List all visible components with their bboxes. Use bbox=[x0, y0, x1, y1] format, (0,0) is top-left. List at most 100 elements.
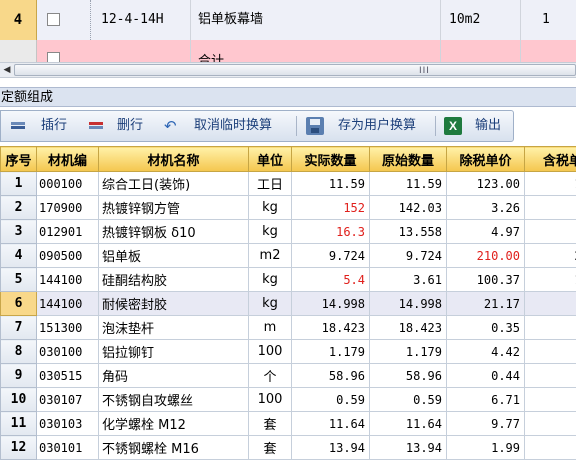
material-name[interactable]: 泡沫垫杆 bbox=[98, 315, 249, 340]
quota-quantity[interactable]: 1 bbox=[542, 0, 550, 40]
total-row-checkbox[interactable] bbox=[47, 52, 60, 62]
material-unit[interactable]: kg bbox=[248, 267, 292, 292]
price-incl-tax[interactable]: 237 bbox=[524, 243, 576, 268]
material-name[interactable]: 不锈钢螺栓 M16 bbox=[98, 435, 249, 460]
price-excl-tax[interactable]: 4.42 bbox=[446, 339, 525, 364]
original-quantity[interactable]: 142.03 bbox=[369, 195, 447, 220]
row-number[interactable]: 8 bbox=[0, 339, 37, 364]
save-as-user-conversion-button[interactable]: 存为用户换算 bbox=[338, 111, 416, 141]
actual-quantity[interactable]: 13.94 bbox=[291, 435, 370, 460]
original-quantity[interactable]: 58.96 bbox=[369, 363, 447, 388]
material-unit[interactable]: kg bbox=[248, 219, 292, 244]
original-quantity[interactable]: 9.724 bbox=[369, 243, 447, 268]
row-number[interactable]: 7 bbox=[0, 315, 37, 340]
price-incl-tax[interactable]: 123 bbox=[524, 171, 576, 196]
save-disk-icon[interactable] bbox=[306, 117, 324, 135]
header-name[interactable]: 材机名称 bbox=[98, 146, 249, 172]
material-unit[interactable]: kg bbox=[248, 195, 292, 220]
quota-name[interactable]: 铝单板幕墙 bbox=[198, 0, 263, 40]
material-name[interactable]: 化学螺栓 M12 bbox=[98, 411, 249, 436]
material-code[interactable]: 090500 bbox=[36, 243, 99, 268]
price-incl-tax[interactable]: 23 bbox=[524, 291, 576, 316]
total-row[interactable]: 合计 bbox=[0, 40, 576, 62]
price-excl-tax[interactable]: 0.35 bbox=[446, 315, 525, 340]
original-quantity[interactable]: 0.59 bbox=[369, 387, 447, 412]
material-unit[interactable]: 套 bbox=[248, 411, 292, 436]
actual-quantity[interactable]: 152 bbox=[291, 195, 370, 220]
quota-unit[interactable]: 10m2 bbox=[449, 0, 480, 40]
row-number[interactable]: 11 bbox=[0, 411, 37, 436]
table-row[interactable]: 7151300泡沫垫杆m18.42318.4230.350 bbox=[0, 315, 576, 340]
original-quantity[interactable]: 13.94 bbox=[369, 435, 447, 460]
row-number[interactable]: 1 bbox=[0, 171, 37, 196]
material-code[interactable]: 030103 bbox=[36, 411, 99, 436]
actual-quantity[interactable]: 9.724 bbox=[291, 243, 370, 268]
table-row[interactable]: 2170900热镀锌钢方管kg152142.033.263 bbox=[0, 195, 576, 220]
header-unit[interactable]: 单位 bbox=[248, 146, 292, 172]
actual-quantity[interactable]: 0.59 bbox=[291, 387, 370, 412]
insert-row-button[interactable]: 插行 bbox=[41, 111, 67, 141]
price-excl-tax[interactable]: 3.26 bbox=[446, 195, 525, 220]
price-incl-tax[interactable]: 7 bbox=[524, 387, 576, 412]
excel-icon[interactable]: X bbox=[444, 117, 462, 135]
row-number[interactable]: 2 bbox=[0, 195, 37, 220]
original-quantity[interactable]: 3.61 bbox=[369, 267, 447, 292]
table-row[interactable]: 6144100耐候密封胶kg14.99814.99821.1723 bbox=[0, 291, 576, 316]
undo-icon[interactable]: ↶ bbox=[164, 117, 177, 135]
material-unit[interactable]: kg bbox=[248, 291, 292, 316]
material-name[interactable]: 铝单板 bbox=[98, 243, 249, 268]
table-row[interactable]: 1000100综合工日(装饰)工日11.5911.59123.00123 bbox=[0, 171, 576, 196]
original-quantity[interactable]: 14.998 bbox=[369, 291, 447, 316]
material-code[interactable]: 151300 bbox=[36, 315, 99, 340]
row-number[interactable]: 6 bbox=[0, 291, 37, 316]
price-excl-tax[interactable]: 123.00 bbox=[446, 171, 525, 196]
header-original-qty[interactable]: 原始数量 bbox=[369, 146, 447, 172]
row-number[interactable]: 4 bbox=[0, 243, 37, 268]
quota-row[interactable]: 4 12-4-14H 铝单板幕墙 10m2 1 bbox=[0, 0, 576, 41]
price-incl-tax[interactable]: 2 bbox=[524, 435, 576, 460]
header-actual-qty[interactable]: 实际数量 bbox=[291, 146, 370, 172]
actual-quantity[interactable]: 18.423 bbox=[291, 315, 370, 340]
delete-row-icon[interactable] bbox=[89, 122, 103, 132]
material-unit[interactable]: m bbox=[248, 315, 292, 340]
insert-row-icon[interactable] bbox=[11, 122, 25, 132]
original-quantity[interactable]: 11.59 bbox=[369, 171, 447, 196]
header-no[interactable]: 序号 bbox=[0, 146, 37, 172]
material-name[interactable]: 角码 bbox=[98, 363, 249, 388]
price-incl-tax[interactable]: 3 bbox=[524, 195, 576, 220]
actual-quantity[interactable]: 58.96 bbox=[291, 363, 370, 388]
material-name[interactable]: 耐候密封胶 bbox=[98, 291, 249, 316]
material-code[interactable]: 030100 bbox=[36, 339, 99, 364]
table-row[interactable]: 10030107不锈钢自攻螺丝1000.590.596.717 bbox=[0, 387, 576, 412]
horizontal-scrollbar[interactable]: ◀ III bbox=[0, 62, 576, 78]
material-code[interactable]: 012901 bbox=[36, 219, 99, 244]
original-quantity[interactable]: 13.558 bbox=[369, 219, 447, 244]
price-excl-tax[interactable]: 9.77 bbox=[446, 411, 525, 436]
material-unit[interactable]: 工日 bbox=[248, 171, 292, 196]
material-name[interactable]: 热镀锌钢方管 bbox=[98, 195, 249, 220]
scrollbar-thumb[interactable]: III bbox=[14, 64, 576, 76]
row-number[interactable]: 9 bbox=[0, 363, 37, 388]
material-code[interactable]: 030515 bbox=[36, 363, 99, 388]
row-number[interactable]: 5 bbox=[0, 267, 37, 292]
material-name[interactable]: 热镀锌钢板 δ10 bbox=[98, 219, 249, 244]
material-name[interactable]: 铝拉铆钉 bbox=[98, 339, 249, 364]
material-code[interactable]: 170900 bbox=[36, 195, 99, 220]
header-price-incl-tax[interactable]: 含税单 bbox=[524, 146, 576, 172]
quota-row-checkbox[interactable] bbox=[47, 13, 60, 26]
actual-quantity[interactable]: 5.4 bbox=[291, 267, 370, 292]
material-name[interactable]: 综合工日(装饰) bbox=[98, 171, 249, 196]
material-code[interactable]: 030107 bbox=[36, 387, 99, 412]
price-incl-tax[interactable]: 11 bbox=[524, 411, 576, 436]
header-price-excl-tax[interactable]: 除税单价 bbox=[446, 146, 525, 172]
price-incl-tax[interactable]: 113 bbox=[524, 267, 576, 292]
material-unit[interactable]: 100 bbox=[248, 339, 292, 364]
original-quantity[interactable]: 11.64 bbox=[369, 411, 447, 436]
original-quantity[interactable]: 18.423 bbox=[369, 315, 447, 340]
price-excl-tax[interactable]: 4.97 bbox=[446, 219, 525, 244]
price-excl-tax[interactable]: 6.71 bbox=[446, 387, 525, 412]
table-row[interactable]: 8030100铝拉铆钉1001.1791.1794.425 bbox=[0, 339, 576, 364]
table-row[interactable]: 4090500铝单板m29.7249.724210.00237 bbox=[0, 243, 576, 268]
price-incl-tax[interactable]: 5 bbox=[524, 219, 576, 244]
material-name[interactable]: 硅酮结构胶 bbox=[98, 267, 249, 292]
